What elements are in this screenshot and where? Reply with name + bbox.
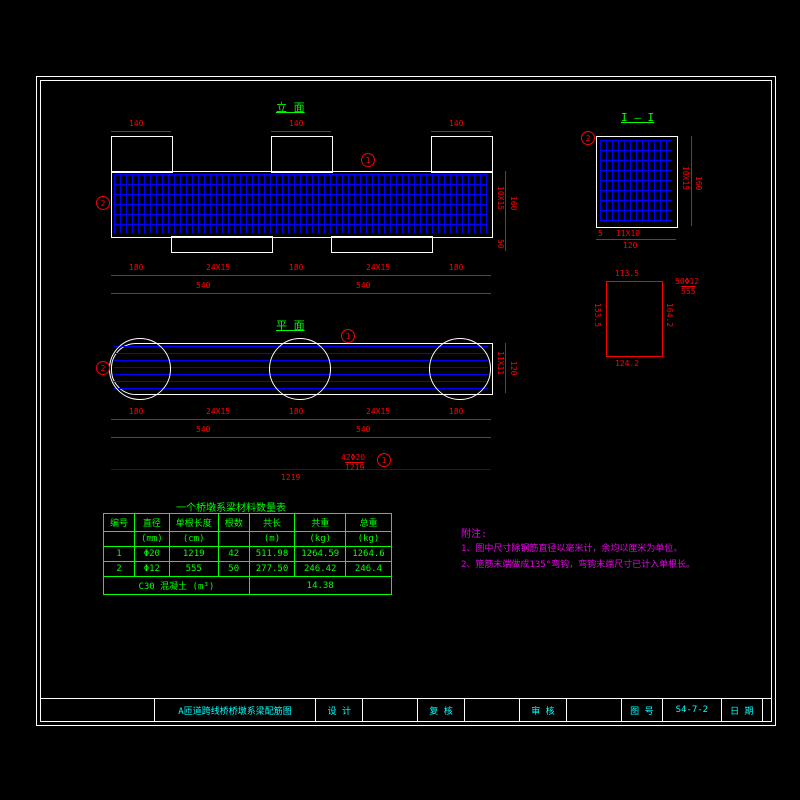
bubble-1-plan: 1 xyxy=(341,329,355,343)
plan-title: 平 面 xyxy=(276,317,305,333)
tb-date-l: 日 期 xyxy=(722,699,763,721)
dim-120-plan: 120 xyxy=(509,361,518,375)
dl-plan-bot1 xyxy=(111,419,491,420)
dim-24x15-pl: 24X15 xyxy=(206,407,230,416)
bubble-2-elev: 2 xyxy=(96,196,110,210)
dl-elev-bot1 xyxy=(111,275,491,276)
dim-140-m: 140 xyxy=(289,119,303,128)
dim-180-l: 180 xyxy=(129,263,143,272)
note-1: 1、图中尺寸除钢筋直径以毫米计，余均以厘米为单位。 xyxy=(461,541,682,554)
plan-circle-r xyxy=(429,338,491,400)
bubble-2-sec: 2 xyxy=(581,131,595,145)
table-units-row: (mm) (cm) (m) (kg) (kg) xyxy=(104,532,392,547)
dl3 xyxy=(431,131,491,132)
dim-50: 50 xyxy=(496,239,505,249)
dim-164-2: 164.2 xyxy=(665,303,674,327)
dim-555: 555 xyxy=(681,287,695,296)
stirrup-box xyxy=(606,281,663,357)
tb-blank xyxy=(41,699,155,721)
dim-24x15-r: 24X15 xyxy=(366,263,390,272)
tb-drawing: A匝道跨线桥桥墩系梁配筋图 xyxy=(155,699,316,721)
dim-120-sec: 120 xyxy=(623,241,637,250)
dl2 xyxy=(271,131,331,132)
section-title: I — I xyxy=(621,111,654,124)
dlv-plan xyxy=(505,343,506,393)
elev-notch-right xyxy=(431,136,493,173)
tb-design-v xyxy=(363,699,418,721)
elev-notch-mid xyxy=(271,136,333,173)
table-concrete-row: C30 混凝土 (m³) 14.38 xyxy=(104,577,392,595)
dim-10x15-sec: 10X15 xyxy=(681,166,690,190)
drawing-frame: 立 面 2 1 140 140 140 180 24X15 180 24X15 … xyxy=(40,80,772,722)
table-title: 一个桥墩系梁材料数量表 xyxy=(176,499,286,514)
bar-line xyxy=(111,469,491,470)
dim-160-sec: 160 xyxy=(694,176,703,190)
tb-audit-l: 审 核 xyxy=(520,699,567,721)
dlv-elev xyxy=(505,171,506,251)
tb-num-v: S4-7-2 xyxy=(663,699,722,721)
dim-180-r: 180 xyxy=(449,263,463,272)
plan-circle-l xyxy=(109,338,171,400)
th-twt: 总重 xyxy=(346,514,392,532)
dim-140-r: 140 xyxy=(449,119,463,128)
dim-11x11: 11X11 xyxy=(496,351,505,375)
plan-circle-m xyxy=(269,338,331,400)
table-header-row: 编号 直径 单根长度 根数 共长 共重 总重 xyxy=(104,514,392,532)
dim-540-l: 540 xyxy=(196,281,210,290)
th-tlen: 共长 xyxy=(249,514,295,532)
tb-design-l: 设 计 xyxy=(316,699,363,721)
dim-24x15-l: 24X15 xyxy=(206,263,230,272)
tb-date-v xyxy=(763,699,771,721)
material-table: 编号 直径 单根长度 根数 共长 共重 总重 (mm) (cm) (m) (kg… xyxy=(103,513,392,595)
dim-180-pr: 180 xyxy=(449,407,463,416)
dim-11x10-sec: 11X10 xyxy=(616,229,640,238)
dim-540-pl: 540 xyxy=(196,425,210,434)
th-count: 根数 xyxy=(218,514,249,532)
dim-5-l: 5 xyxy=(598,229,603,238)
notes-title: 附注: xyxy=(461,525,487,540)
dlv-sec xyxy=(691,136,692,226)
elev-foot-left xyxy=(171,236,273,253)
th-id: 编号 xyxy=(104,514,135,532)
section-rebar xyxy=(600,140,672,222)
dim-540-r: 540 xyxy=(356,281,370,290)
dim-24x15-pr: 24X15 xyxy=(366,407,390,416)
th-dia: 直径 xyxy=(135,514,170,532)
dim-180-pm: 180 xyxy=(289,407,303,416)
bubble-2-plan: 2 xyxy=(96,361,110,375)
dim-124-2: 124.2 xyxy=(615,359,639,368)
dim-160: 160 xyxy=(509,196,518,210)
th-wt: 共重 xyxy=(295,514,346,532)
dl-elev-bot2 xyxy=(111,293,491,294)
bubble-1-bar: 1 xyxy=(377,453,391,467)
dim-10x15: 10X15 xyxy=(496,186,505,210)
elevation-title: 立 面 xyxy=(276,99,305,115)
th-len: 单根长度 xyxy=(169,514,218,532)
dim-140-l: 140 xyxy=(129,119,143,128)
dl1 xyxy=(111,131,171,132)
dim-153-5: 153.5 xyxy=(593,303,602,327)
tb-audit-v xyxy=(567,699,622,721)
dl-sec-bot xyxy=(596,239,676,240)
dim-113-5: 113.5 xyxy=(615,269,639,278)
bar-spec: 42Φ20 xyxy=(341,453,365,462)
elev-foot-right xyxy=(331,236,433,253)
dim-180-m: 180 xyxy=(289,263,303,272)
bubble-1-elev: 1 xyxy=(361,153,375,167)
tb-num-l: 图 号 xyxy=(622,699,663,721)
dl-plan-bot2 xyxy=(111,437,491,438)
dim-180-pl: 180 xyxy=(129,407,143,416)
title-block: A匝道跨线桥桥墩系梁配筋图 设 计 复 核 审 核 图 号 S4-7-2 日 期 xyxy=(41,698,771,721)
dim-540-pr: 540 xyxy=(356,425,370,434)
dim-50p12: 50Φ12 xyxy=(675,277,699,286)
table-row: 2 Φ12 555 50 277.50 246.42 246.4 xyxy=(104,562,392,577)
elev-notch-left xyxy=(111,136,173,173)
tb-recheck-l: 复 核 xyxy=(418,699,465,721)
bar-len: 1219 xyxy=(281,473,300,482)
table-row: 1 Φ20 1219 42 511.98 1264.59 1264.6 xyxy=(104,547,392,562)
bar-ref: 1219 xyxy=(345,463,364,472)
tb-recheck-v xyxy=(465,699,520,721)
note-2: 2、箍筋末端做成135°弯钩，弯钩末端尺寸已计入单根长。 xyxy=(461,557,695,570)
elev-rebar xyxy=(114,174,488,233)
